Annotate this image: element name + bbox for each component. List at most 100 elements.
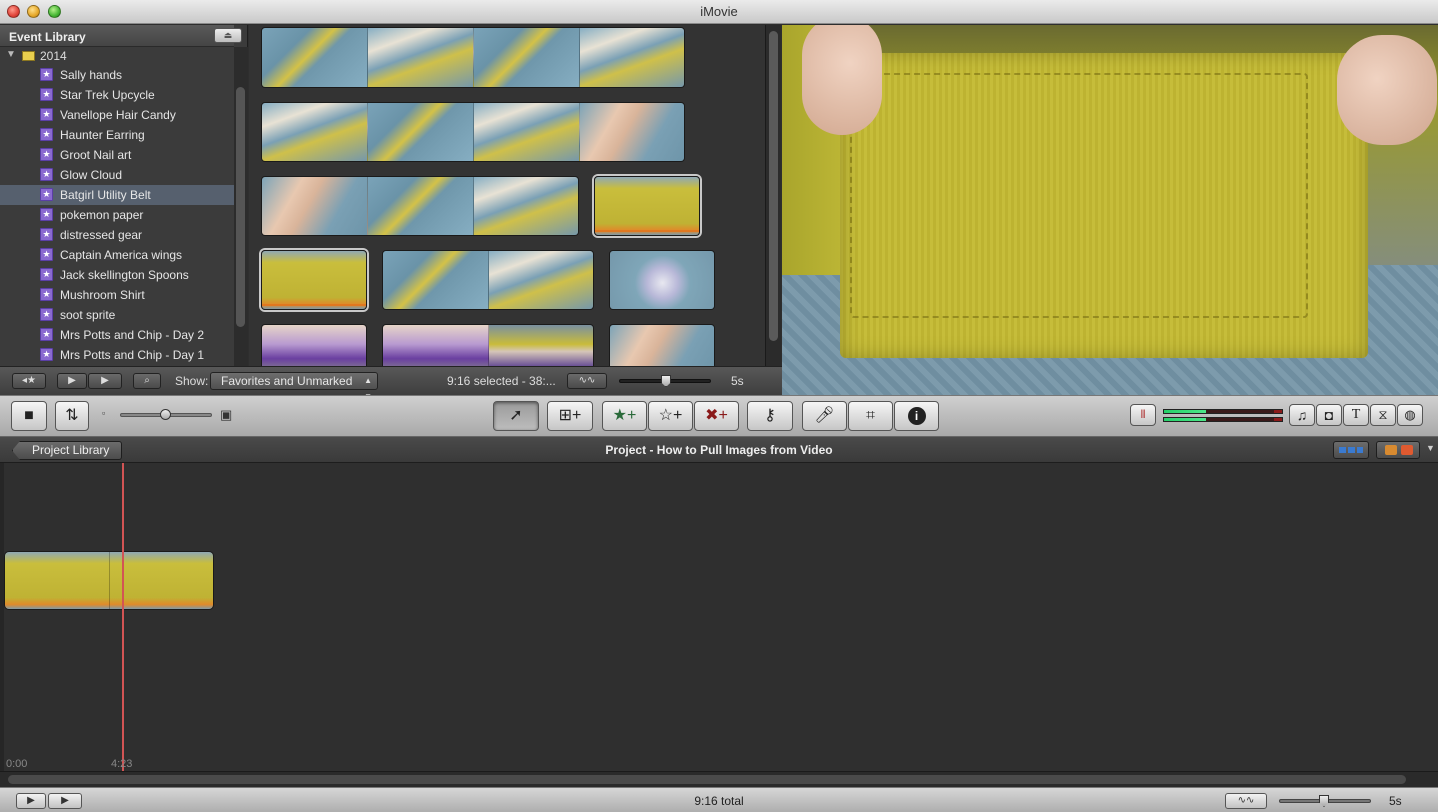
- event-item-label: soot sprite: [60, 308, 116, 322]
- playhead[interactable]: [122, 463, 124, 771]
- event-item-label: Vanellope Hair Candy: [60, 108, 176, 122]
- project-clip[interactable]: [4, 551, 214, 610]
- event-item-label: Mushroom Shirt: [60, 288, 145, 302]
- event-year-label: 2014: [40, 49, 67, 63]
- event-item[interactable]: ★ Mushroom Shirt: [0, 285, 234, 305]
- swap-events-projects-button[interactable]: ⇅: [55, 401, 89, 431]
- viewer-frame-image: [840, 53, 1368, 358]
- event-star-icon: ★: [40, 348, 53, 361]
- voiceover-button[interactable]: 🎤︎: [802, 401, 847, 431]
- star-filled-icon: ★+: [612, 407, 637, 424]
- event-item[interactable]: ★ Mrs Potts and Chip - Day 1: [0, 345, 234, 365]
- selection-duration-info: 9:16 selected - 38:...: [447, 374, 556, 388]
- waveform-icon: ⫴: [1140, 409, 1146, 421]
- add-to-project-button[interactable]: ⊞+: [547, 401, 593, 431]
- clip-filmstrip[interactable]: [261, 102, 685, 162]
- event-star-icon: ★: [40, 248, 53, 261]
- reject-button[interactable]: ✖+: [694, 401, 739, 431]
- event-item[interactable]: ★ Star Trek Upcycle: [0, 85, 234, 105]
- clip-filmstrip[interactable]: [609, 250, 715, 310]
- project-waveform-toggle[interactable]: ∿∿: [1225, 793, 1267, 809]
- crop-icon: ⌗: [865, 407, 875, 424]
- event-item[interactable]: ★ soot sprite: [0, 305, 234, 325]
- show-hide-events-button[interactable]: ◂★: [12, 373, 46, 389]
- event-item[interactable]: ★ Haunter Earring: [0, 125, 234, 145]
- show-filter-label: Show:: [175, 374, 209, 388]
- inspector-button[interactable]: i: [894, 401, 939, 431]
- event-item-label: Batgirl Utility Belt: [60, 188, 151, 202]
- event-item[interactable]: ★ Captain America wings: [0, 245, 234, 265]
- calendar-folder-icon: [22, 51, 35, 61]
- key-icon: ⚷: [764, 407, 776, 424]
- keyword-button[interactable]: ⚷: [747, 401, 793, 431]
- event-item[interactable]: ★ Vanellope Hair Candy: [0, 105, 234, 125]
- swap-icon: ⇅: [65, 407, 79, 424]
- clip-filmstrip[interactable]: [261, 176, 579, 236]
- show-filter-select[interactable]: Favorites and Unmarked▲▼: [210, 372, 378, 401]
- event-star-icon: ★: [40, 208, 53, 221]
- camera-icon: ■: [24, 407, 34, 424]
- main-toolbar: ■ ⇅ ▫ ▣ ➚ ⊞+ ★+ ☆+ ✖+ ⚷ 🎤︎ ⌗ i ⫴ ♫ ◘ T ⧖…: [0, 395, 1438, 437]
- timecode-playhead: 4:23: [111, 758, 133, 770]
- play-full-screen-button[interactable]: ▶: [57, 373, 87, 389]
- event-item-label: Captain America wings: [60, 248, 183, 262]
- clip-filmstrip[interactable]: [261, 27, 685, 88]
- event-library-scrollbar[interactable]: [234, 47, 248, 366]
- globe-icon: ◍: [1404, 407, 1416, 422]
- camera-photo-icon: ◘: [1324, 407, 1334, 423]
- play-button[interactable]: ▶: [88, 373, 122, 389]
- star-outline-icon: ☆+: [658, 407, 683, 424]
- thumbnail-size-slider-knob[interactable]: [160, 409, 171, 420]
- titles-button[interactable]: T: [1343, 404, 1369, 426]
- event-star-icon: ★: [40, 148, 53, 161]
- comment-marker-icon: [1385, 445, 1397, 455]
- event-star-icon: ★: [40, 268, 53, 281]
- audio-skimming-button[interactable]: ⫴: [1130, 404, 1156, 426]
- clip-filmstrip[interactable]: [261, 324, 367, 366]
- browser-zoom-slider-knob[interactable]: [661, 375, 671, 387]
- event-year-folder[interactable]: ▼ 2014: [0, 47, 234, 65]
- event-item[interactable]: ★ Sally hands: [0, 65, 234, 85]
- project-header: Project Library Project - How to Pull Im…: [0, 437, 1438, 463]
- music-sound-effects-button[interactable]: ♫: [1289, 404, 1315, 426]
- event-item[interactable]: ★ Groot Nail art: [0, 145, 234, 165]
- comment-marker-button[interactable]: [1376, 441, 1420, 459]
- event-library-header: Event Library ⏏: [0, 25, 242, 47]
- unmark-button[interactable]: ☆+: [648, 401, 693, 431]
- photos-button[interactable]: ◘: [1316, 404, 1342, 426]
- waveform-toggle-button[interactable]: ∿∿: [567, 373, 607, 389]
- disclosure-triangle-icon[interactable]: ▼: [6, 49, 16, 60]
- event-item[interactable]: ★ pokemon paper: [0, 205, 234, 225]
- filmstrip-view-icon: [1339, 447, 1363, 453]
- event-item-label: Glow Cloud: [60, 168, 123, 182]
- info-icon: i: [907, 407, 926, 425]
- camera-import-button[interactable]: ■: [11, 401, 47, 431]
- event-item[interactable]: ★ Glow Cloud: [0, 165, 234, 185]
- event-item-label: Jack skellington Spoons: [60, 268, 189, 282]
- clip-filmstrip[interactable]: [382, 250, 594, 310]
- view-mode-toggle[interactable]: [1333, 441, 1369, 459]
- event-item[interactable]: ★ distressed gear: [0, 225, 234, 245]
- transition-icon: ⧖: [1378, 407, 1388, 422]
- clip-filmstrip[interactable]: [382, 324, 594, 366]
- clip-filmstrip-selected[interactable]: [261, 250, 367, 310]
- event-item-label: distressed gear: [60, 228, 143, 242]
- mark-favorite-button[interactable]: ★+: [602, 401, 647, 431]
- clip-filmstrip[interactable]: [609, 324, 715, 366]
- event-item-label: Haunter Earring: [60, 128, 145, 142]
- event-star-icon: ★: [40, 308, 53, 321]
- eject-icon[interactable]: ⏏: [214, 28, 242, 43]
- project-scrollbar[interactable]: [0, 771, 1438, 787]
- event-item[interactable]: ★ Mrs Potts and Chip - Day 2: [0, 325, 234, 345]
- maps-backgrounds-button[interactable]: ◍: [1397, 404, 1423, 426]
- dropdown-arrow-icon[interactable]: ▼: [1426, 443, 1435, 453]
- search-icon[interactable]: ⌕: [133, 373, 161, 389]
- event-item[interactable]: ★ Jack skellington Spoons: [0, 265, 234, 285]
- transitions-button[interactable]: ⧖: [1370, 404, 1396, 426]
- crop-button[interactable]: ⌗: [848, 401, 893, 431]
- select-tool-button[interactable]: ➚: [493, 401, 539, 431]
- clip-filmstrip-selected[interactable]: [594, 176, 700, 236]
- event-item-label: Mrs Potts and Chip - Day 1: [60, 348, 205, 362]
- clip-browser-scrollbar[interactable]: [765, 25, 781, 366]
- event-item[interactable]: ★ Batgirl Utility Belt: [0, 185, 234, 205]
